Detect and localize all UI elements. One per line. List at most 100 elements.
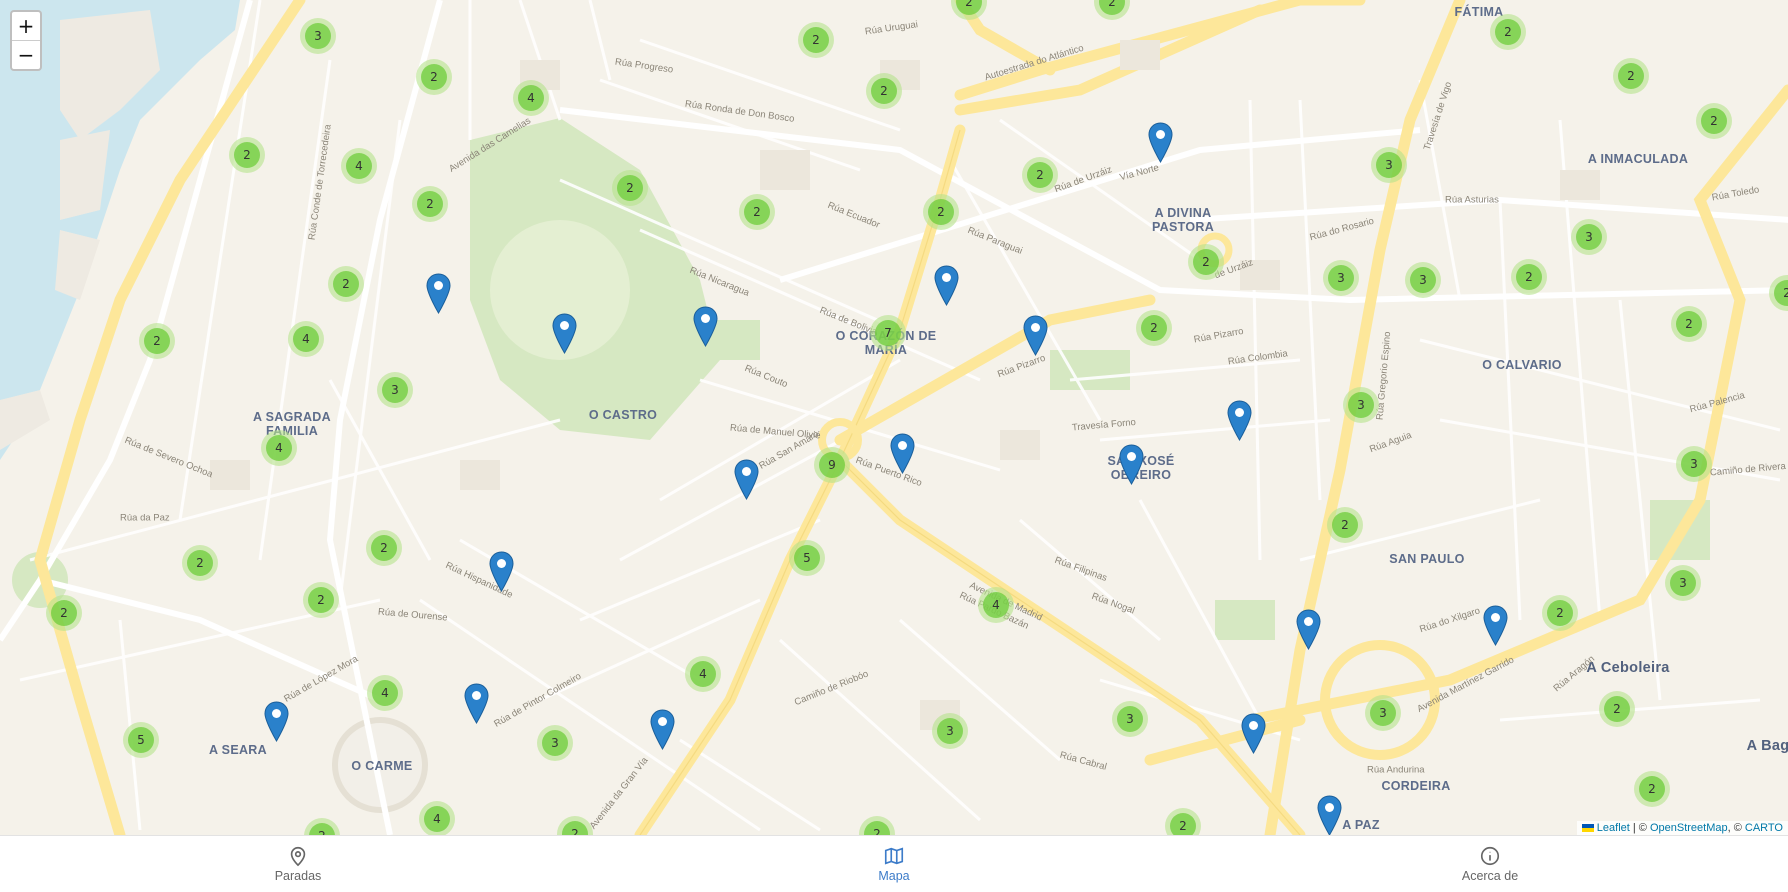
stop-marker-icon[interactable] (1227, 400, 1252, 441)
marker-cluster[interactable]: 3 (300, 18, 336, 54)
cluster-count: 4 (690, 661, 716, 687)
marker-cluster[interactable]: 2 (366, 530, 402, 566)
marker-cluster[interactable]: 4 (261, 430, 297, 466)
marker-cluster[interactable]: 4 (288, 321, 324, 357)
marker-cluster[interactable]: 2 (1188, 244, 1224, 280)
marker-cluster[interactable]: 2 (1327, 507, 1363, 543)
marker-cluster[interactable]: 3 (1665, 565, 1701, 601)
marker-cluster[interactable]: 2 (798, 22, 834, 58)
marker-cluster[interactable]: 4 (419, 801, 455, 835)
marker-cluster[interactable]: 2 (303, 582, 339, 618)
stop-marker-icon[interactable] (1483, 605, 1508, 646)
stop-marker-icon[interactable] (890, 433, 915, 474)
zoom-in-button[interactable]: + (12, 12, 40, 40)
cluster-count: 2 (1639, 776, 1665, 802)
marker-cluster[interactable]: 3 (1405, 262, 1441, 298)
marker-cluster[interactable]: 5 (123, 722, 159, 758)
marker-cluster[interactable]: 4 (341, 148, 377, 184)
carto-link[interactable]: CARTO (1745, 822, 1783, 834)
marker-cluster[interactable]: 4 (685, 656, 721, 692)
cluster-count: 2 (1516, 264, 1542, 290)
marker-cluster[interactable]: 2 (1542, 595, 1578, 631)
nav-mapa[interactable]: Mapa (596, 836, 1192, 892)
openstreetmap-link[interactable]: OpenStreetMap (1650, 822, 1728, 834)
marker-cluster[interactable]: 2 (1136, 310, 1172, 346)
marker-cluster[interactable]: 2 (1490, 14, 1526, 50)
marker-cluster[interactable]: 2 (1511, 259, 1547, 295)
marker-cluster[interactable]: 2 (1613, 58, 1649, 94)
marker-cluster[interactable]: 2 (328, 266, 364, 302)
marker-cluster[interactable]: 3 (1365, 695, 1401, 731)
marker-cluster[interactable]: 2 (139, 323, 175, 359)
marker-cluster[interactable]: 2 (739, 194, 775, 230)
cluster-count: 2 (333, 271, 359, 297)
marker-cluster[interactable]: 3 (1323, 260, 1359, 296)
marker-cluster[interactable]: 2 (412, 186, 448, 222)
stop-marker-icon[interactable] (464, 683, 489, 724)
place-label-apaz: A PAZ (1342, 818, 1380, 832)
cluster-count: 2 (1170, 813, 1196, 835)
marker-cluster[interactable]: 4 (367, 675, 403, 711)
cluster-count: 2 (744, 199, 770, 225)
map-icon (884, 847, 904, 865)
stop-marker-icon[interactable] (426, 273, 451, 314)
marker-cluster[interactable]: 5 (789, 540, 825, 576)
cluster-count: 2 (1495, 19, 1521, 45)
marker-cluster[interactable]: 2 (1634, 771, 1670, 807)
marker-cluster[interactable]: 7 (870, 315, 906, 351)
marker-cluster[interactable]: 2 (1022, 157, 1058, 193)
marker-cluster[interactable]: 3 (537, 725, 573, 761)
cluster-count: 2 (1547, 600, 1573, 626)
stop-marker-icon[interactable] (934, 265, 959, 306)
stop-marker-icon[interactable] (1317, 795, 1342, 835)
stop-marker-icon[interactable] (1023, 315, 1048, 356)
cluster-count: 2 (421, 64, 447, 90)
place-label-seara: A SEARA (209, 743, 267, 757)
marker-cluster[interactable]: 2 (229, 137, 265, 173)
leaflet-link[interactable]: Leaflet (1597, 822, 1630, 834)
cluster-count: 2 (1676, 311, 1702, 337)
stop-marker-icon[interactable] (734, 459, 759, 500)
nav-acerca[interactable]: Acerca de (1192, 836, 1788, 892)
stop-marker-icon[interactable] (552, 313, 577, 354)
marker-cluster[interactable]: 2 (182, 545, 218, 581)
stop-marker-icon[interactable] (1119, 444, 1144, 485)
stop-marker-icon[interactable] (693, 306, 718, 347)
stop-marker-icon[interactable] (264, 701, 289, 742)
stop-marker-icon[interactable] (650, 709, 675, 750)
marker-cluster[interactable]: 3 (1371, 147, 1407, 183)
marker-cluster[interactable]: 2 (1599, 691, 1635, 727)
stop-marker-icon[interactable] (489, 551, 514, 592)
cluster-count: 2 (144, 328, 170, 354)
marker-cluster[interactable]: 2 (923, 194, 959, 230)
marker-cluster[interactable]: 2 (612, 170, 648, 206)
cluster-count: 4 (293, 326, 319, 352)
nav-paradas[interactable]: Paradas (0, 836, 596, 892)
cluster-count: 3 (1376, 152, 1402, 178)
marker-cluster[interactable]: 2 (1671, 306, 1707, 342)
marker-cluster[interactable]: 2 (866, 73, 902, 109)
marker-cluster[interactable]: 2 (1696, 103, 1732, 139)
map-view[interactable]: + − FÁTIMAA INMACULADAA DIVINAPASTORAO C… (0, 0, 1788, 835)
cluster-count: 2 (187, 550, 213, 576)
marker-cluster[interactable]: 3 (1112, 701, 1148, 737)
cluster-count: 2 (928, 199, 954, 225)
cluster-count: 2 (562, 821, 588, 835)
marker-cluster[interactable]: 4 (978, 587, 1014, 623)
marker-cluster[interactable]: 2 (46, 595, 82, 631)
marker-cluster[interactable]: 3 (377, 372, 413, 408)
cluster-count: 5 (794, 545, 820, 571)
marker-cluster[interactable]: 9 (814, 447, 850, 483)
cluster-count: 3 (1576, 224, 1602, 250)
stop-marker-icon[interactable] (1241, 713, 1266, 754)
stop-marker-icon[interactable] (1148, 122, 1173, 163)
marker-cluster[interactable]: 3 (1676, 446, 1712, 482)
marker-cluster[interactable]: 3 (932, 713, 968, 749)
cluster-count: 2 (1099, 0, 1125, 15)
marker-cluster[interactable]: 4 (513, 80, 549, 116)
marker-cluster[interactable]: 2 (416, 59, 452, 95)
marker-cluster[interactable]: 3 (1343, 387, 1379, 423)
marker-cluster[interactable]: 3 (1571, 219, 1607, 255)
zoom-out-button[interactable]: − (12, 40, 40, 69)
stop-marker-icon[interactable] (1296, 609, 1321, 650)
